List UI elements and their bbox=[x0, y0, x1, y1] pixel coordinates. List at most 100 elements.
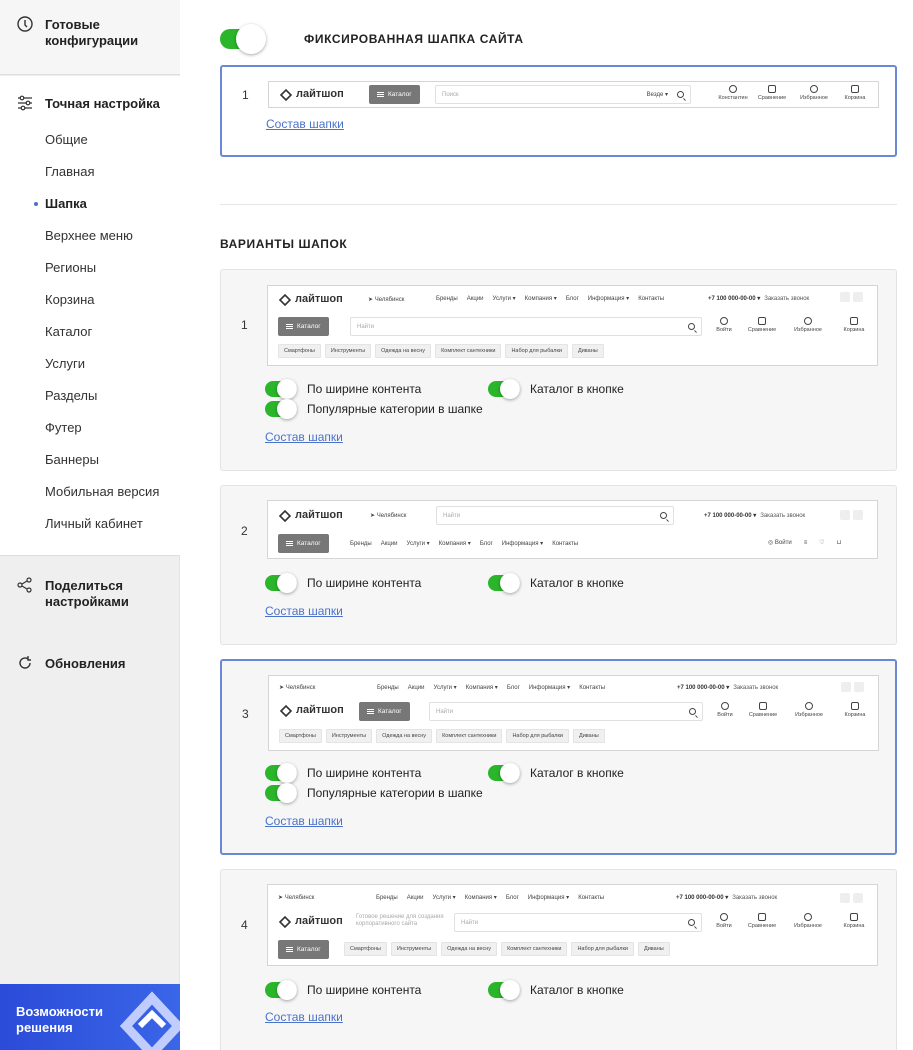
preview-logo: лайтшоп bbox=[279, 87, 344, 101]
sidebar-item[interactable]: Личный кабинет bbox=[45, 516, 143, 532]
preview-user-icons: ◎ Войти ≡ ♡ ⊔ bbox=[768, 539, 842, 547]
sidebar-updates-label: Обновления bbox=[45, 656, 126, 671]
preview-phone: +7 100 000-00-00 ▾ Заказать звонок bbox=[704, 513, 806, 519]
sidebar-item[interactable]: Регионы bbox=[45, 260, 96, 276]
catalog-label: Каталог bbox=[388, 91, 412, 98]
option-width[interactable]: По ширине контента bbox=[265, 379, 421, 399]
header-variant-card-3[interactable]: 3 ➤ Челябинск Бренды Акции Услуги ▾ Компани… bbox=[220, 659, 897, 855]
sidebar-item[interactable]: Корзина bbox=[45, 292, 95, 308]
preview-logo: лайтшоп bbox=[278, 292, 343, 306]
sidebar-item[interactable]: Каталог bbox=[45, 324, 92, 340]
toggle-width[interactable] bbox=[265, 763, 297, 783]
variant-number: 3 bbox=[242, 707, 249, 721]
option-catalog-button[interactable]: Каталог в кнопке bbox=[488, 379, 624, 399]
search-icon bbox=[688, 919, 695, 926]
preview-user-icons: Войти Сравнение Избранное Корзина bbox=[708, 913, 876, 929]
variant-4-preview: ➤ Челябинск Бренды Акции Услуги ▾ Компания … bbox=[267, 884, 878, 966]
header-variant-card-1[interactable]: 1 лайтшоп ➤ Челябинск Бренды Акции Услуги … bbox=[220, 269, 897, 471]
logo-icon bbox=[278, 915, 292, 928]
toggle-width[interactable] bbox=[265, 573, 297, 593]
option-catalog-button[interactable]: Каталог в кнопке bbox=[488, 763, 624, 783]
option-popular[interactable]: Популярные категории в шапке bbox=[265, 399, 483, 419]
sidebar-item[interactable]: Главная bbox=[45, 164, 94, 180]
sidebar: Готовые конфигурации Точная настройка Об… bbox=[0, 0, 180, 1050]
variant-link[interactable]: Состав шапки bbox=[265, 604, 343, 618]
toggle-catalog[interactable] bbox=[488, 573, 520, 593]
variant-number: 4 bbox=[241, 918, 248, 932]
updates-icon bbox=[19, 656, 31, 669]
compare-icon: Сравнение bbox=[751, 85, 793, 101]
preview-theme-switch bbox=[840, 292, 863, 302]
option-width[interactable]: По ширине контента bbox=[265, 980, 421, 1000]
variant-link[interactable]: Состав шапки bbox=[265, 814, 343, 828]
cart-icon: ⊔ bbox=[836, 540, 842, 546]
fixed-header-title: ФИКСИРОВАННАЯ ШАПКА САЙТА bbox=[304, 32, 524, 46]
header-variant-card-4[interactable]: 4 ➤ Челябинск Бренды Акции Услуги ▾ Компани… bbox=[220, 869, 897, 1050]
sidebar-item[interactable]: Услуги bbox=[45, 356, 85, 372]
header-variant-card-2[interactable]: 2 лайтшоп ➤ Челябинск Найти +7 100 000-0… bbox=[220, 485, 897, 645]
toggle-catalog[interactable] bbox=[488, 379, 520, 399]
preview-search: Поиск Везде ▾ bbox=[435, 85, 691, 104]
preview-logo: лайтшоп bbox=[279, 703, 344, 717]
sliders-icon bbox=[18, 95, 32, 111]
sidebar-item[interactable]: Общие bbox=[45, 132, 88, 148]
logo-icon bbox=[279, 88, 293, 101]
sidebar-item[interactable]: Шапка bbox=[45, 196, 87, 212]
sidebar-fine-tuning-label[interactable]: Точная настройка bbox=[45, 96, 160, 112]
sidebar-section-ready-configs[interactable]: Готовые конфигурации bbox=[0, 0, 180, 75]
preview-phone: +7 100 000-00-00 ▾ Заказать звонок bbox=[677, 685, 779, 691]
variants-title: ВАРИАНТЫ ШАПОК bbox=[220, 237, 348, 251]
option-width[interactable]: По ширине контента bbox=[265, 573, 421, 593]
sidebar-item[interactable]: Мобильная версия bbox=[45, 484, 159, 500]
toggle-catalog[interactable] bbox=[488, 763, 520, 783]
option-width[interactable]: По ширине контента bbox=[265, 763, 421, 783]
preview-city: ➤ Челябинск bbox=[370, 513, 407, 519]
option-popular[interactable]: Популярные категории в шапке bbox=[265, 783, 483, 803]
variant-link[interactable]: Состав шапки bbox=[265, 1010, 343, 1024]
fixed-header-link[interactable]: Состав шапки bbox=[266, 117, 344, 131]
fixed-header-row: ФИКСИРОВАННАЯ ШАПКА САЙТА bbox=[220, 24, 524, 54]
toggle-catalog[interactable] bbox=[488, 980, 520, 1000]
toggle-popular[interactable] bbox=[265, 783, 297, 803]
logo-icon bbox=[278, 509, 292, 522]
logo-icon bbox=[279, 704, 293, 717]
fixed-header-preview: лайтшоп Каталог Поиск Везде ▾ Константин … bbox=[268, 81, 879, 108]
variant-link[interactable]: Состав шапки bbox=[265, 430, 343, 444]
preview-user-icons: Войти Сравнение Избранное Корзина bbox=[708, 317, 876, 333]
favorites-icon: ♡ bbox=[819, 540, 825, 546]
sidebar-item[interactable]: Футер bbox=[45, 420, 82, 436]
variant-3-preview: ➤ Челябинск Бренды Акции Услуги ▾ Компания … bbox=[268, 675, 879, 751]
toggle-width[interactable] bbox=[265, 980, 297, 1000]
fixed-header-toggle[interactable] bbox=[220, 24, 266, 54]
preview-city: ➤ Челябинск bbox=[278, 895, 315, 901]
divider bbox=[220, 204, 897, 205]
main-content: ФИКСИРОВАННАЯ ШАПКА САЙТА 1 лайтшоп Ката… bbox=[220, 0, 897, 1050]
active-dot-icon bbox=[34, 202, 38, 206]
fixed-header-number: 1 bbox=[242, 88, 249, 102]
search-icon bbox=[677, 91, 684, 98]
preview-theme-switch bbox=[840, 510, 863, 520]
compare-icon: ≡ bbox=[803, 539, 808, 546]
search-placeholder: Поиск bbox=[442, 91, 459, 98]
preview-theme-switch bbox=[841, 682, 864, 692]
sidebar-share-label: Поделиться настройками bbox=[45, 578, 129, 609]
sidebar-item[interactable]: Верхнее меню bbox=[45, 228, 133, 244]
fixed-header-card[interactable]: 1 лайтшоп Каталог Поиск Везде ▾ Константи… bbox=[220, 65, 897, 157]
sidebar-item[interactable]: Баннеры bbox=[45, 452, 99, 468]
option-catalog-button[interactable]: Каталог в кнопке bbox=[488, 573, 624, 593]
toggle-width[interactable] bbox=[265, 379, 297, 399]
preview-catalog-button: Каталог bbox=[278, 317, 329, 336]
sidebar-item[interactable]: Разделы bbox=[45, 388, 97, 404]
share-icon bbox=[17, 577, 32, 593]
preview-city: ➤ Челябинск bbox=[279, 685, 316, 691]
variant-1-preview: лайтшоп ➤ Челябинск Бренды Акции Услуги ▾ К… bbox=[267, 285, 878, 366]
preview-catalog-button: Каталог bbox=[359, 702, 410, 721]
sidebar-section-fine-tuning: Точная настройка Общие Главная Шапка Верхне… bbox=[0, 76, 180, 556]
promo-logo-icon bbox=[119, 991, 180, 1050]
promo-banner[interactable]: Возможности решения bbox=[0, 984, 180, 1050]
option-catalog-button[interactable]: Каталог в кнопке bbox=[488, 980, 624, 1000]
preview-catalog-button: Каталог bbox=[278, 534, 329, 553]
toggle-popular[interactable] bbox=[265, 399, 297, 419]
preview-tagline: Готовое решение для создания корпоративн… bbox=[356, 914, 444, 927]
preview-city: ➤ Челябинск bbox=[368, 297, 405, 303]
